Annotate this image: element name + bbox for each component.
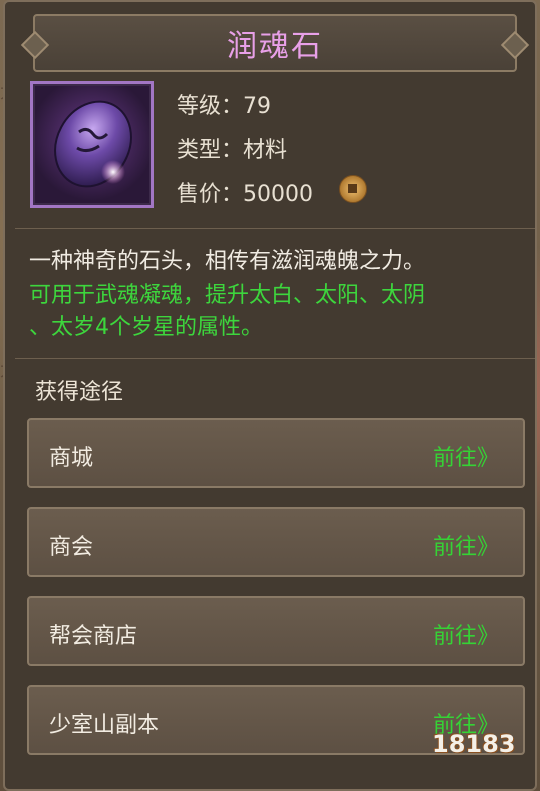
level-row: 等级：79 <box>177 88 271 120</box>
divider <box>15 228 535 229</box>
divider <box>15 358 535 359</box>
source-row-guild-trade[interactable]: 商会 前往》 <box>27 507 525 577</box>
ornament-icon <box>20 30 50 60</box>
level-value: 79 <box>243 94 272 119</box>
price-label: 售价： <box>177 182 244 207</box>
ornament-icon <box>500 30 530 60</box>
source-row-gang-store[interactable]: 帮会商店 前往》 <box>27 596 525 666</box>
source-label: 商会 <box>49 535 94 560</box>
source-label: 帮会商店 <box>49 624 138 649</box>
type-row: 类型：材料 <box>177 132 287 164</box>
level-label: 等级： <box>177 94 244 119</box>
item-effect-line: 、太岁4个岁星的属性。 <box>29 315 263 340</box>
source-row-shop[interactable]: 商城 前往》 <box>27 418 525 488</box>
price-row: 售价：50000 <box>177 176 313 208</box>
item-title: 润魂石 <box>227 29 323 64</box>
watermark-logo: 18183 <box>432 730 516 758</box>
coin-icon <box>339 175 367 203</box>
price-value: 50000 <box>243 182 314 207</box>
item-effect-line: 可用于武魂凝魂，提升太白、太阳、太阴 <box>29 283 426 308</box>
item-description: 一种神奇的石头，相传有滋润魂魄之力。 <box>29 249 426 274</box>
source-label: 少室山副本 <box>49 713 160 738</box>
type-label: 类型： <box>177 138 244 163</box>
item-icon-frame <box>30 81 154 208</box>
go-link[interactable]: 前往》 <box>433 529 499 561</box>
soul-stone-icon <box>54 100 132 188</box>
go-link[interactable]: 前往》 <box>433 440 499 472</box>
go-link[interactable]: 前往》 <box>433 618 499 650</box>
title-bar: 润魂石 <box>20 14 530 72</box>
sources-title: 获得途径 <box>35 380 124 405</box>
item-info-panel: 润魂石 等级：79 类型：材料 售价：50000 一种神奇的石头，相传有滋润魂魄… <box>3 0 537 791</box>
source-label: 商城 <box>49 446 94 471</box>
type-value: 材料 <box>243 138 288 163</box>
